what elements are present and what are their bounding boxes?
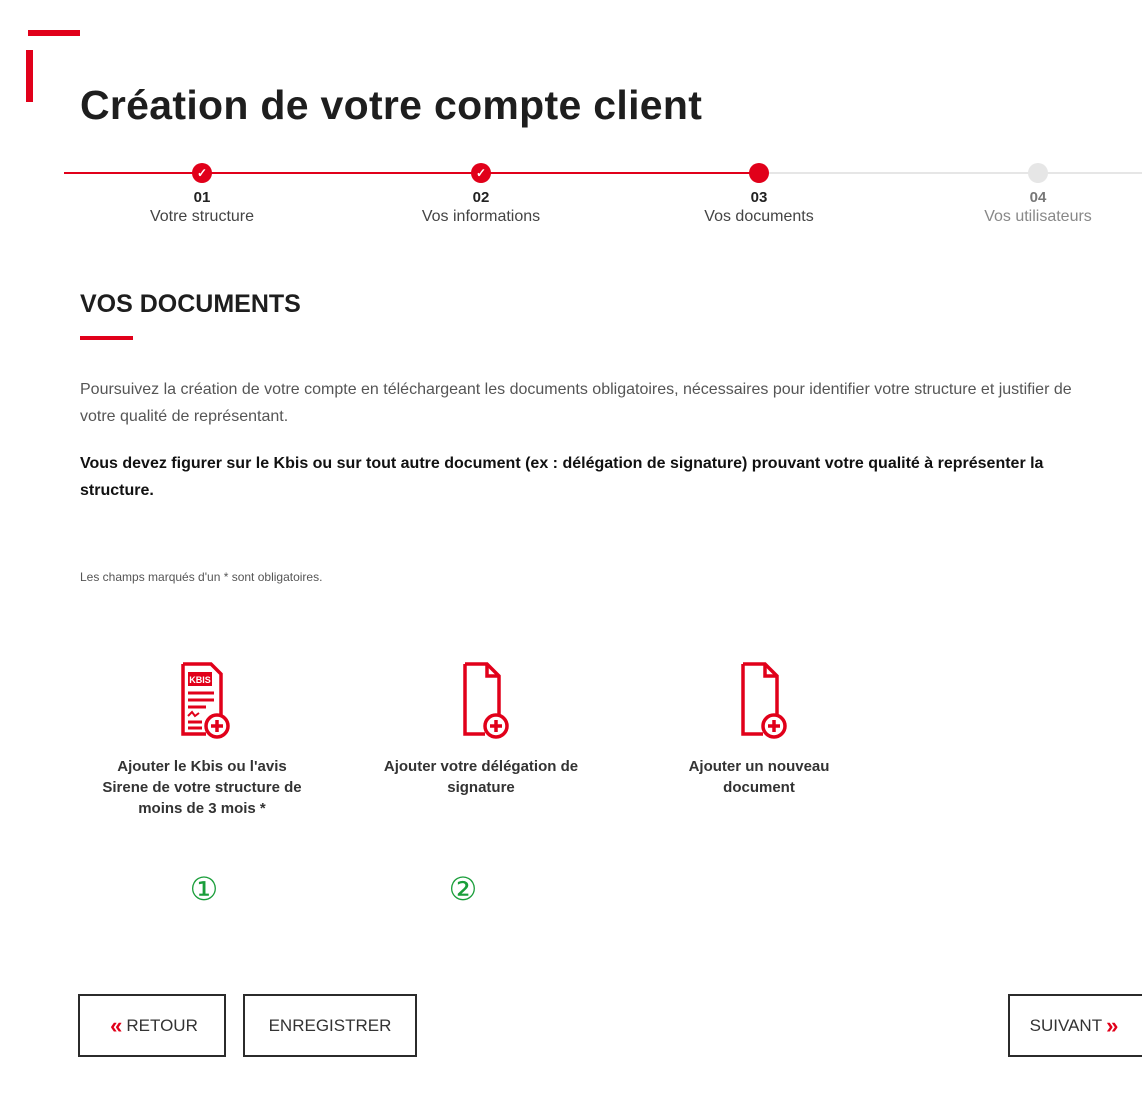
step-number: 03 [750, 189, 768, 206]
step-vos-utilisateurs: 04 Vos utilisateurs [938, 160, 1138, 226]
section-underline [80, 336, 133, 340]
upload-kbis-button[interactable]: KBIS Ajouter le Kbis ou l'avis Sirene de… [102, 660, 302, 819]
current-step-dot [749, 163, 769, 183]
next-button-label: SUIVANT [1029, 1015, 1103, 1035]
step-vos-informations[interactable]: ✓ 02 Vos informations [381, 160, 581, 226]
upload-delegation-label: Ajouter votre délégation de signature [383, 758, 579, 796]
upload-new-document-label: Ajouter un nouveau document [688, 758, 830, 796]
check-icon: ✓ [471, 163, 491, 183]
step-number: 04 [1029, 189, 1047, 206]
check-icon: ✓ [192, 163, 212, 183]
back-button-label: RETOUR [126, 1015, 198, 1035]
step-vos-documents: 03 Vos documents [659, 160, 859, 226]
upload-new-document-button[interactable]: Ajouter un nouveau document [659, 660, 859, 798]
corner-accent-horizontal [28, 30, 80, 36]
step-label: Vos informations [421, 208, 541, 225]
stepper: ✓ 01 Votre structure ✓ 02 Vos informatio… [0, 160, 1142, 250]
kbis-document-add-icon: KBIS [102, 660, 302, 740]
save-button-label: ENREGISTRER [268, 1015, 392, 1035]
upload-kbis-label: Ajouter le Kbis ou l'avis Sirene de votr… [102, 758, 302, 817]
double-chevron-left-icon: « [110, 1012, 123, 1038]
corner-accent-vertical [26, 50, 33, 102]
step-number: 01 [193, 189, 211, 206]
step-votre-structure[interactable]: ✓ 01 Votre structure [102, 160, 302, 226]
save-button[interactable]: ENREGISTRER [243, 994, 417, 1057]
step-label: Votre structure [149, 208, 255, 225]
kbis-icon-text: KBIS [189, 675, 211, 685]
upload-delegation-button[interactable]: Ajouter votre délégation de signature [381, 660, 581, 798]
document-add-icon [381, 660, 581, 740]
annotation-marker-2: ② [448, 871, 478, 907]
next-button[interactable]: SUIVANT » [1008, 994, 1142, 1057]
pending-step-dot [1028, 163, 1048, 183]
intro-text: Poursuivez la création de votre compte e… [80, 381, 1072, 425]
back-button[interactable]: « RETOUR [78, 994, 226, 1057]
required-fields-note: Les champs marqués d'un * sont obligatoi… [80, 570, 323, 584]
double-chevron-right-icon: » [1106, 1012, 1119, 1038]
step-label: Vos utilisateurs [984, 208, 1092, 225]
step-number: 02 [472, 189, 490, 206]
page-title: Création de votre compte client [80, 82, 703, 128]
notice-text: Vous devez figurer sur le Kbis ou sur to… [80, 455, 1044, 499]
annotation-marker-1: ① [189, 871, 219, 907]
step-label: Vos documents [704, 208, 814, 225]
section-title: VOS DOCUMENTS [80, 290, 301, 318]
document-add-icon [659, 660, 859, 740]
